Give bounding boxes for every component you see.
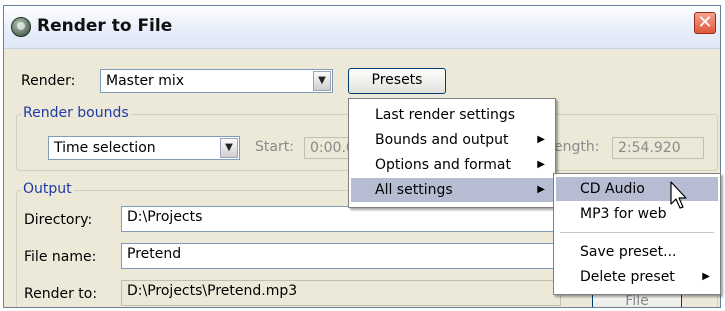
output-legend: Output	[21, 181, 74, 197]
menu-item-mp3-for-web[interactable]: MP3 for web	[556, 202, 718, 226]
menu-item-cd-audio[interactable]: CD Audio	[556, 177, 718, 201]
directory-field[interactable]: D:\Projects	[121, 206, 561, 232]
bounds-select[interactable]: Time selection ▼	[48, 136, 240, 160]
mouse-pointer-icon	[670, 181, 687, 209]
chevron-down-icon[interactable]: ▼	[220, 138, 238, 158]
menu-item-label: MP3 for web	[580, 206, 667, 222]
render-bounds-legend: Render bounds	[21, 105, 131, 121]
menu-item-delete-preset[interactable]: Delete preset ▶	[556, 265, 718, 289]
menu-item-label: Options and format	[375, 157, 511, 173]
submenu-arrow-icon: ▶	[537, 159, 545, 170]
render-source-value: Master mix	[106, 73, 185, 89]
render-source-select[interactable]: Master mix ▼	[100, 69, 333, 93]
menu-item-bounds-and-output[interactable]: Bounds and output ▶	[351, 128, 553, 152]
close-button[interactable]: ✕	[694, 12, 716, 34]
reaper-app-icon	[11, 17, 31, 37]
presets-button[interactable]: Presets	[348, 68, 446, 94]
menu-item-label: All settings	[375, 182, 453, 198]
menu-item-all-settings[interactable]: All settings ▶	[351, 178, 553, 202]
menu-item-label: Save preset...	[580, 244, 677, 260]
render-label: Render:	[21, 73, 76, 89]
menu-item-save-preset[interactable]: Save preset...	[556, 240, 718, 264]
length-field[interactable]: 2:54.920	[612, 137, 704, 159]
submenu-arrow-icon: ▶	[537, 134, 545, 145]
title-bar: Render to File ✕	[4, 6, 720, 49]
directory-label: Directory:	[24, 212, 93, 228]
filename-field[interactable]: Pretend	[121, 243, 561, 269]
window-title: Render to File	[37, 16, 173, 36]
chevron-down-icon[interactable]: ▼	[313, 71, 331, 91]
start-field[interactable]: 0:00.0	[304, 137, 354, 159]
menu-item-label: Delete preset	[580, 269, 675, 285]
menu-item-last-render-settings[interactable]: Last render settings	[351, 103, 553, 127]
menu-separator	[560, 232, 714, 233]
menu-item-label: CD Audio	[580, 181, 645, 197]
menu-item-label: Bounds and output	[375, 132, 509, 148]
start-label: Start:	[255, 139, 294, 155]
submenu-arrow-icon: ▶	[537, 184, 545, 195]
presets-menu: Last render settings Bounds and output ▶…	[348, 98, 556, 208]
filename-label: File name:	[24, 249, 97, 265]
bounds-value: Time selection	[54, 140, 156, 156]
render-to-label: Render to:	[24, 286, 98, 302]
submenu-arrow-icon: ▶	[702, 271, 710, 282]
menu-item-options-and-format[interactable]: Options and format ▶	[351, 153, 553, 177]
menu-item-label: Last render settings	[375, 107, 516, 123]
all-settings-submenu: CD Audio MP3 for web Save preset... Dele…	[553, 173, 721, 295]
render-to-field: D:\Projects\Pretend.mp3	[121, 280, 561, 306]
length-label: ength:	[554, 139, 600, 155]
